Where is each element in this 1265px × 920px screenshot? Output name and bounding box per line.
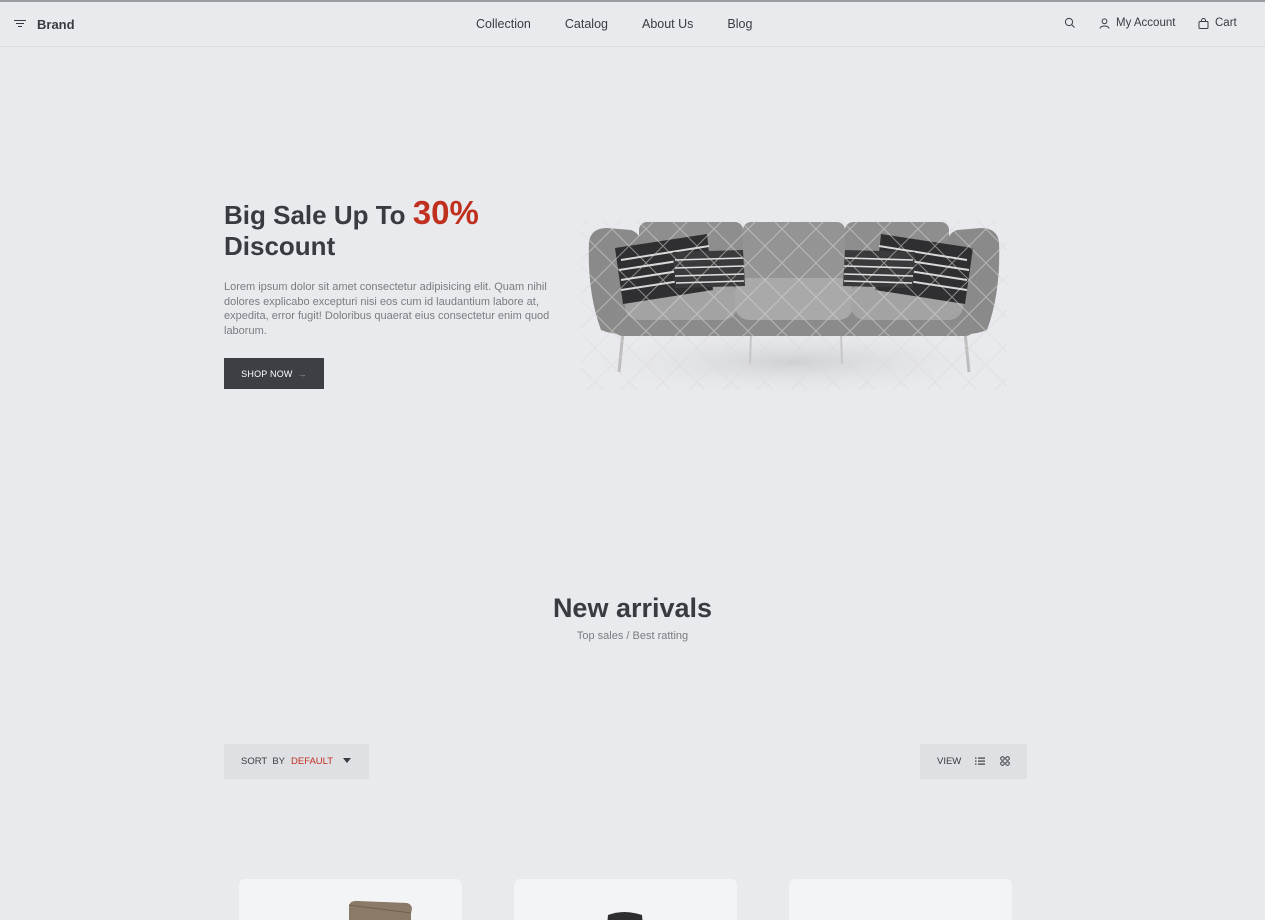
vase-image xyxy=(607,912,643,920)
sofa-image xyxy=(564,220,1024,398)
my-account-label: My Account xyxy=(1116,17,1176,29)
cart-label: Cart xyxy=(1215,17,1237,29)
product-card[interactable] xyxy=(514,879,737,920)
hero-description: Lorem ipsum dolor sit amet consectetur a… xyxy=(224,281,550,337)
nav-blog[interactable]: Blog xyxy=(727,17,752,31)
hero-discount-value: 30% xyxy=(412,194,479,231)
section-subtitle: Top sales / Best ratting xyxy=(576,630,689,642)
shop-now-button[interactable]: SHOP NOW → xyxy=(224,358,324,389)
arrow-right-icon: → xyxy=(297,368,307,379)
nav-catalog[interactable]: Catalog xyxy=(565,17,608,31)
sort-dropdown[interactable]: SORT BY DEFAULT xyxy=(224,744,369,779)
view-label: VIEW xyxy=(937,756,962,767)
product-card[interactable] xyxy=(789,879,1012,920)
my-account-link[interactable]: My Account xyxy=(1099,17,1175,29)
product-card[interactable] xyxy=(239,879,462,920)
brand-logo[interactable]: Brand xyxy=(37,17,75,32)
caret-down-icon xyxy=(343,758,351,763)
view-toggle: VIEW xyxy=(920,744,1027,779)
grid-view-icon[interactable] xyxy=(1000,756,1010,766)
main-nav: Collection Catalog About Us Blog xyxy=(476,17,786,31)
sort-label: SORT BY xyxy=(241,756,285,767)
menu-icon[interactable] xyxy=(14,19,26,29)
sort-value: DEFAULT xyxy=(291,756,334,767)
section-title: New arrivals xyxy=(552,593,713,623)
hero-title: Big Sale Up To 30% Discount xyxy=(224,194,544,262)
hero-title-suffix: Discount xyxy=(224,231,336,261)
search-icon[interactable] xyxy=(1064,17,1076,29)
hero-title-prefix: Big Sale Up To xyxy=(224,200,413,230)
shop-now-label: SHOP NOW xyxy=(241,368,293,379)
nav-collection[interactable]: Collection xyxy=(476,17,531,31)
cart-link[interactable]: Cart xyxy=(1198,17,1237,29)
site-header: Brand Collection Catalog About Us Blog M… xyxy=(0,2,1265,47)
list-view-icon[interactable] xyxy=(975,756,985,766)
armchair-image xyxy=(348,900,412,920)
nav-about-us[interactable]: About Us xyxy=(642,17,693,31)
user-icon xyxy=(1099,17,1110,29)
bag-icon xyxy=(1198,17,1209,29)
